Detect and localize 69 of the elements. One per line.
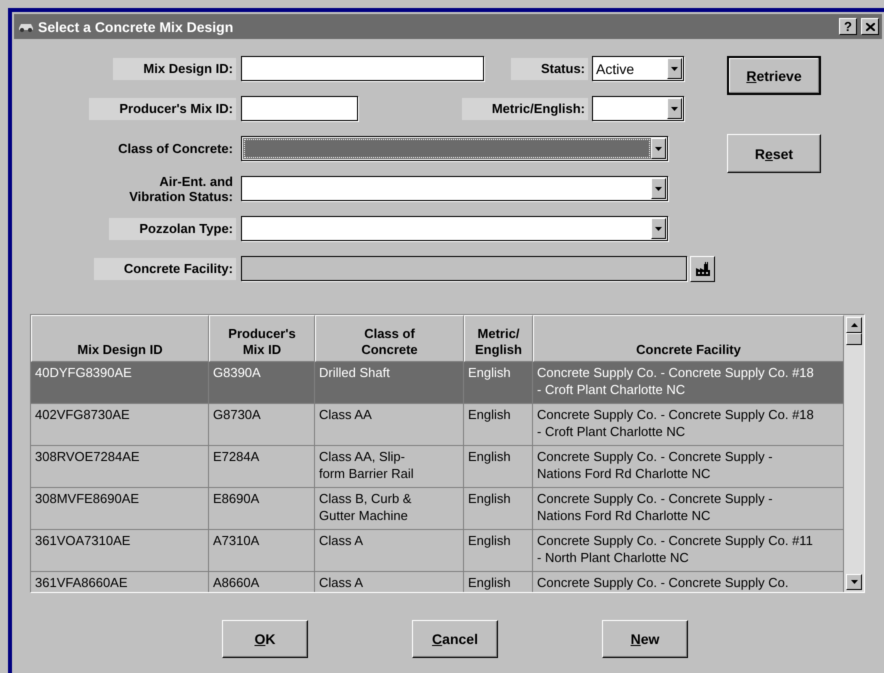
dropdown-arrow-icon [655,186,662,190]
close-icon [866,22,874,30]
scroll-up-icon [850,323,858,327]
close-button[interactable] [861,18,879,35]
window-title: Select a Concrete Mix Design [38,18,234,34]
ok-button[interactable]: OK [222,620,308,658]
dropdown-arrow-icon [655,226,662,230]
table-cell: E7284A [209,446,315,488]
table-cell: English [464,530,533,572]
column-header[interactable]: Concrete Facility [533,315,844,362]
table-cell: 361VOA7310AE [31,530,209,572]
column-header[interactable]: Mix Design ID [31,315,209,362]
table-cell: Concrete Supply Co. - Concrete Supply - Nations Ford Rd Charlotte NC [533,446,844,488]
table-cell: English [464,446,533,488]
table-cell: Class AA, Slip-form Barrier Rail [315,446,464,488]
table-cell: English [464,362,533,404]
table-cell: English [464,404,533,446]
table-cell: Concrete Supply Co. - Concrete Supply - Nations Ford Rd Charlotte NC [533,488,844,530]
new-button[interactable]: New [602,620,688,658]
input-field[interactable] [241,256,688,281]
field-label: Class of Concrete: [118,140,234,158]
input-field[interactable] [241,96,358,121]
dropdown-field[interactable]: Active [592,56,684,81]
field-label: Pozzolan Type: [109,218,236,240]
field-label: Air-Ent. and Vibration Status: [129,174,234,204]
dropdown-arrow-icon [671,66,678,70]
scrollbar-thumb[interactable] [846,333,862,345]
field-label: Metric/English: [462,98,588,120]
input-field[interactable] [241,56,484,81]
column-header[interactable]: Producer's Mix ID [209,315,315,362]
column-header[interactable]: Metric/ English [464,315,533,362]
table-cell: E8690A [209,488,315,530]
table-cell: Concrete Supply Co. - Concrete Supply Co. #18 - Croft Plant Charlotte NC [533,362,844,404]
field-label: Concrete Facility: [94,258,236,280]
field-label: Status: [510,58,588,80]
scroll-down-button[interactable] [846,574,862,590]
table-cell: Class A [315,530,464,572]
table-cell: 402VFG8730AE [31,404,209,446]
table-cell: 40DYFG8390AE [31,362,209,404]
column-header[interactable]: Class of Concrete [315,315,464,362]
field-label: Mix Design ID: [113,58,236,80]
dropdown-field[interactable] [241,176,668,201]
dropdown-field[interactable] [241,216,668,241]
table-cell: G8730A [209,404,315,446]
table-cell: 308RVOE7284AE [31,446,209,488]
facility-lookup-button[interactable] [690,256,715,282]
table-cell: Concrete Supply Co. - Concrete Supply Co. #18 - Croft Plant Charlotte NC [533,404,844,446]
dropdown-field[interactable] [241,136,668,161]
table-cell: G8390A [209,362,315,404]
scrollbar[interactable] [844,315,864,592]
table-cell: 308MVFE8690AE [31,488,209,530]
reset-button[interactable]: Reset [727,134,821,173]
help-button[interactable]: ? [839,18,857,35]
table-cell: English [464,488,533,530]
app-icon [18,22,34,32]
field-label: Producer's Mix ID: [89,98,236,120]
cancel-button[interactable]: Cancel [412,620,498,658]
dropdown-arrow-icon [671,106,678,110]
dropdown-arrow-icon [655,146,662,150]
table-cell: Class B, Curb & Gutter Machine [315,488,464,530]
table-cell: A7310A [209,530,315,572]
scroll-up-button[interactable] [846,317,862,333]
table-cell: Drilled Shaft [315,362,464,404]
dropdown-arrow-icon [850,580,858,584]
retrieve-button[interactable]: Retrieve [727,56,821,95]
dropdown-field[interactable] [592,96,684,121]
table-cell: Concrete Supply Co. - Concrete Supply Co. #11 - North Plant Charlotte NC [533,530,844,572]
factory-icon [694,260,711,276]
table-cell: Class AA [315,404,464,446]
